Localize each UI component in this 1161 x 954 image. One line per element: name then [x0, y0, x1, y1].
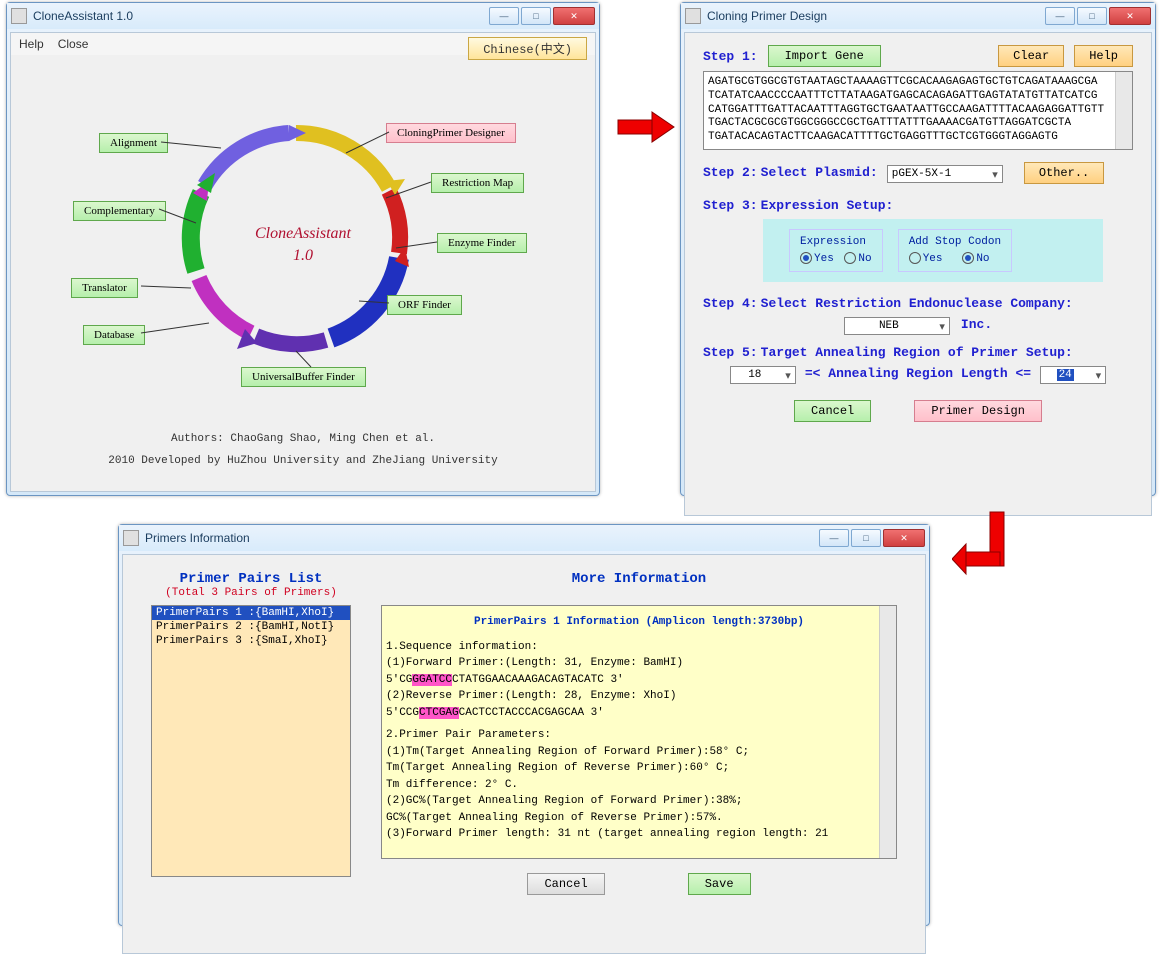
company-select[interactable]: NEB [844, 317, 950, 335]
primer-pairs-listbox[interactable]: PrimerPairs 1 :{BamHI,XhoI} PrimerPairs … [151, 605, 351, 877]
translator-button[interactable]: Translator [71, 278, 138, 298]
close-button[interactable]: ✕ [1109, 7, 1151, 25]
list-item[interactable]: PrimerPairs 1 :{BamHI,XhoI} [152, 606, 350, 620]
clear-button[interactable]: Clear [998, 45, 1064, 67]
clone-assistant-window: CloneAssistant 1.0 — □ ✕ Help Close Chin… [6, 2, 600, 496]
cloning-primer-design-window: Cloning Primer Design — □ ✕ Step 1: Impo… [680, 2, 1156, 496]
orf-finder-button[interactable]: ORF Finder [387, 295, 462, 315]
stop-codon-group: Add Stop Codon Yes No [898, 229, 1012, 272]
menu-close[interactable]: Close [58, 37, 89, 51]
step3-text: Expression Setup: [761, 198, 894, 213]
close-button[interactable]: ✕ [883, 529, 925, 547]
expression-heading: Expression [800, 236, 872, 248]
stop-no-radio[interactable] [962, 252, 974, 264]
primer-list-heading: Primer Pairs List [151, 571, 351, 587]
step3-label: Step 3: [703, 198, 758, 213]
step5-text: Target Annealing Region of Primer Setup: [761, 345, 1073, 360]
menu-help[interactable]: Help [19, 37, 44, 51]
client-area: Primer Pairs List (Total 3 Pairs of Prim… [122, 554, 926, 954]
step1-row: Step 1: Import Gene Clear Help [703, 45, 1133, 67]
right-column: More Information PrimerPairs 1 Informati… [381, 571, 897, 895]
expr-yes-radio[interactable] [800, 252, 812, 264]
import-gene-button[interactable]: Import Gene [768, 45, 881, 67]
restriction-map-button[interactable]: Restriction Map [431, 173, 524, 193]
step4-label: Step 4: [703, 296, 758, 311]
maximize-button[interactable]: □ [521, 7, 551, 25]
flow-arrow-1-icon [616, 108, 678, 146]
authors-text: Authors: ChaoGang Shao, Ming Chen et al. [11, 433, 595, 445]
help-button[interactable]: Help [1074, 45, 1133, 67]
window-title: Primers Information [145, 531, 819, 545]
minimize-button[interactable]: — [489, 7, 519, 25]
client-area: Help Close Chinese(中文) [10, 32, 596, 492]
sequence-textarea[interactable]: AGATGCGTGGCGTGTAATAGCTAAAAGTTCGCACAAGAGA… [703, 71, 1133, 150]
close-button[interactable]: ✕ [553, 7, 595, 25]
step1-label: Step 1: [703, 49, 758, 64]
flow-arrow-2-icon [952, 510, 1012, 600]
window-title: CloneAssistant 1.0 [33, 9, 489, 23]
stop-heading: Add Stop Codon [909, 236, 1001, 248]
complementary-button[interactable]: Complementary [73, 201, 166, 221]
min-length-select[interactable]: 18 [730, 366, 796, 384]
action-row: Cancel Save [381, 873, 897, 895]
primers-information-window: Primers Information — □ ✕ Primer Pairs L… [118, 524, 930, 926]
enzyme-finder-button[interactable]: Enzyme Finder [437, 233, 527, 253]
language-button[interactable]: Chinese(中文) [468, 37, 587, 60]
action-row: Cancel Primer Design [703, 400, 1133, 422]
left-column: Primer Pairs List (Total 3 Pairs of Prim… [151, 571, 351, 877]
anneal-row: 18 =< Annealing Region Length <= 24 [703, 366, 1133, 384]
max-length-select[interactable]: 24 [1040, 366, 1106, 384]
step4-text: Select Restriction Endonuclease Company: [761, 296, 1073, 311]
more-info-heading: More Information [381, 571, 897, 587]
step4-row: Step 4: Select Restriction Endonuclease … [703, 296, 1133, 311]
list-item[interactable]: PrimerPairs 2 :{BamHI,NotI} [152, 620, 350, 634]
app-icon [11, 8, 27, 24]
maximize-button[interactable]: □ [1077, 7, 1107, 25]
developed-by-text: 2010 Developed by HuZhou University and … [11, 455, 595, 467]
step5-row: Step 5: Target Annealing Region of Prime… [703, 345, 1133, 360]
app-icon [685, 8, 701, 24]
cloning-primer-button[interactable]: CloningPrimer Designer [386, 123, 516, 143]
inc-label: Inc. [961, 317, 992, 332]
other-button[interactable]: Other.. [1024, 162, 1104, 184]
layout-row: Primer Pairs List (Total 3 Pairs of Prim… [151, 571, 897, 895]
cancel-button[interactable]: Cancel [527, 873, 604, 895]
titlebar: Cloning Primer Design — □ ✕ [681, 3, 1155, 29]
client-area: Step 1: Import Gene Clear Help AGATGCGTG… [684, 32, 1152, 516]
primer-design-button[interactable]: Primer Design [914, 400, 1042, 422]
minimize-button[interactable]: — [1045, 7, 1075, 25]
titlebar: CloneAssistant 1.0 — □ ✕ [7, 3, 599, 29]
scrollbar[interactable] [879, 606, 896, 858]
maximize-button[interactable]: □ [851, 529, 881, 547]
step2-text: Select Plasmid: [761, 165, 878, 180]
window-title: Cloning Primer Design [707, 9, 1045, 23]
primer-info-textarea[interactable]: PrimerPairs 1 Information (Amplicon leng… [381, 605, 897, 859]
plasmid-select[interactable]: pGEX-5X-1 [887, 165, 1003, 183]
app-icon [123, 530, 139, 546]
step2-row: Step 2: Select Plasmid: pGEX-5X-1 Other.… [703, 162, 1133, 184]
alignment-button[interactable]: Alignment [99, 133, 168, 153]
company-row: NEB Inc. [703, 317, 1133, 335]
primer-list-sub: (Total 3 Pairs of Primers) [151, 587, 351, 599]
step2-label: Step 2: [703, 165, 758, 180]
titlebar: Primers Information — □ ✕ [119, 525, 929, 551]
buffer-finder-button[interactable]: UniversalBuffer Finder [241, 367, 366, 387]
save-button[interactable]: Save [688, 873, 751, 895]
expr-no-radio[interactable] [844, 252, 856, 264]
scrollbar[interactable] [1115, 72, 1132, 149]
info-title: PrimerPairs 1 Information (Amplicon leng… [386, 614, 892, 631]
expression-panel: Expression Yes No Add Stop Codon Yes No [763, 219, 1103, 282]
minimize-button[interactable]: — [819, 529, 849, 547]
anneal-label: =< Annealing Region Length <= [805, 366, 1031, 381]
cancel-button[interactable]: Cancel [794, 400, 871, 422]
stop-yes-radio[interactable] [909, 252, 921, 264]
expression-group: Expression Yes No [789, 229, 883, 272]
list-item[interactable]: PrimerPairs 3 :{SmaI,XhoI} [152, 634, 350, 648]
step3-row: Step 3: Expression Setup: [703, 198, 1133, 213]
database-button[interactable]: Database [83, 325, 145, 345]
step5-label: Step 5: [703, 345, 758, 360]
